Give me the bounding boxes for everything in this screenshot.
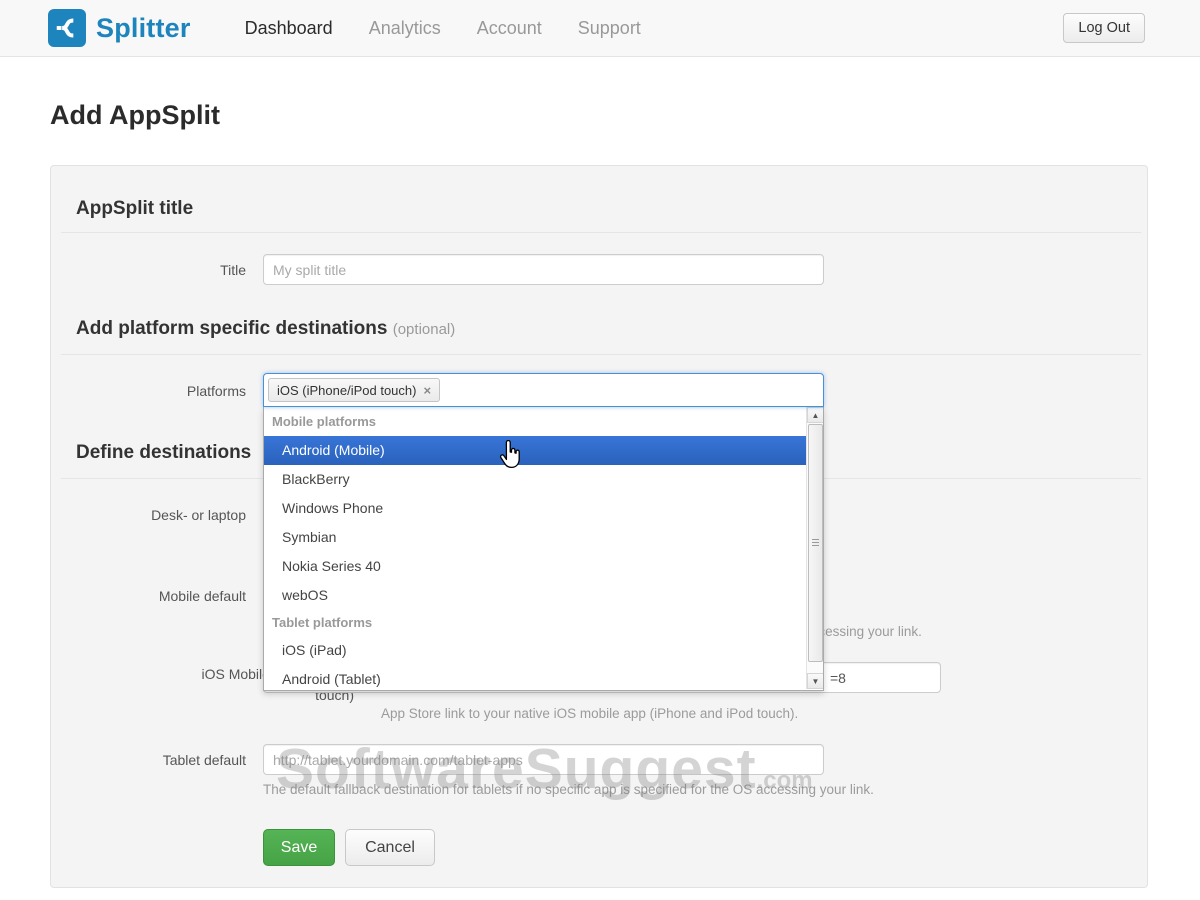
dropdown-option-windows-phone[interactable]: Windows Phone (264, 494, 807, 523)
title-label: Title (56, 262, 246, 278)
nav-links: Dashboard Analytics Account Support (227, 18, 659, 39)
tablet-default-input[interactable] (263, 744, 824, 775)
scrollbar-down-arrow-icon[interactable]: ▼ (807, 673, 824, 689)
navbar: Splitter Dashboard Analytics Account Sup… (0, 0, 1200, 57)
nav-item-dashboard[interactable]: Dashboard (233, 18, 345, 39)
platforms-label: Platforms (56, 383, 246, 399)
save-button[interactable]: Save (263, 829, 335, 866)
remove-tag-icon[interactable]: × (423, 383, 431, 398)
section-divider (61, 354, 1141, 355)
dropdown-group-mobile-platforms: Mobile platforms (264, 408, 807, 436)
section-heading-text: Add platform specific destinations (76, 318, 387, 339)
splitter-app-page: Splitter Dashboard Analytics Account Sup… (0, 0, 1200, 900)
section-heading-platform-destinations: Add platform specific destinations (opti… (76, 318, 455, 340)
selected-platform-tag: iOS (iPhone/iPod touch) × (268, 378, 440, 402)
platforms-dropdown: Mobile platforms Android (Mobile) BlackB… (263, 407, 824, 691)
logout-button[interactable]: Log Out (1063, 13, 1145, 43)
section-heading-appsplit-title: AppSplit title (76, 198, 193, 220)
dropdown-option-nokia-series-40[interactable]: Nokia Series 40 (264, 552, 807, 581)
dropdown-option-blackberry[interactable]: BlackBerry (264, 465, 807, 494)
brand-name: Splitter (96, 13, 191, 44)
page-title: Add AppSplit (50, 100, 220, 131)
platforms-multiselect-input[interactable]: iOS (iPhone/iPod touch) × (263, 373, 824, 407)
scrollbar-up-arrow-icon[interactable]: ▲ (807, 407, 824, 423)
dropdown-option-webos[interactable]: webOS (264, 581, 807, 610)
add-appsplit-form-card: AppSplit title Title Add platform specif… (50, 165, 1148, 888)
cancel-button[interactable]: Cancel (345, 829, 435, 866)
tablet-default-label: Tablet default (56, 752, 246, 768)
section-divider (61, 232, 1141, 233)
scrollbar-thumb[interactable] (808, 424, 823, 662)
section-heading-define-destinations: Define destinations (76, 442, 251, 464)
dropdown-group-tablet-platforms: Tablet platforms (264, 610, 807, 636)
ios-mobile-helper: App Store link to your native iOS mobile… (381, 706, 981, 721)
section-heading-optional: (optional) (393, 321, 456, 338)
selected-platform-tag-label: iOS (iPhone/iPod touch) (277, 383, 416, 398)
desktop-label: Desk- or laptop (56, 507, 246, 523)
dropdown-option-android-mobile[interactable]: Android (Mobile) (264, 436, 807, 465)
dropdown-scrollbar[interactable]: ▲ ▼ (806, 407, 823, 689)
nav-item-analytics[interactable]: Analytics (357, 18, 453, 39)
nav-item-account[interactable]: Account (465, 18, 554, 39)
splitter-logo-icon (48, 9, 86, 47)
scrollbar-grip-icon (812, 539, 819, 548)
mobile-default-label: Mobile default (56, 588, 246, 604)
platforms-dropdown-list: Mobile platforms Android (Mobile) BlackB… (264, 408, 807, 691)
nav-item-support[interactable]: Support (566, 18, 653, 39)
tablet-default-helper: The default fallback destination for tab… (263, 782, 1003, 797)
dropdown-option-ios-ipad[interactable]: iOS (iPad) (264, 636, 807, 665)
title-input[interactable] (263, 254, 824, 285)
brand-logo[interactable]: Splitter (48, 9, 191, 47)
dropdown-option-android-tablet[interactable]: Android (Tablet) (264, 665, 807, 691)
dropdown-option-symbian[interactable]: Symbian (264, 523, 807, 552)
